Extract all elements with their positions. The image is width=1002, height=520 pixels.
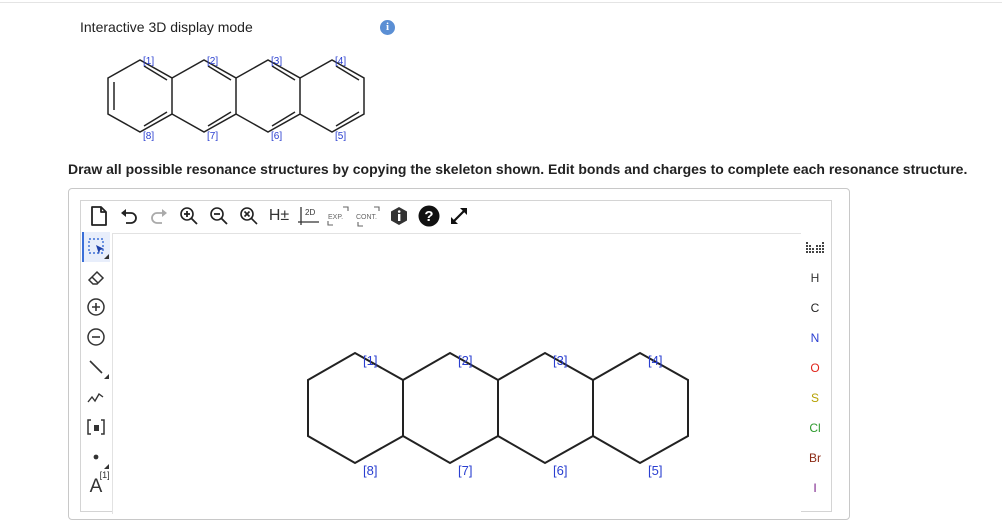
expand-icon: EXP. [327,206,349,226]
undo-button[interactable] [114,202,144,230]
element-o-button[interactable]: O [802,353,828,383]
minus-charge-icon [87,328,105,346]
select-tool[interactable] [82,232,110,262]
element-h-button[interactable]: H [802,263,828,293]
single-bond-icon [89,360,103,374]
undo-icon [121,209,137,224]
plus-charge-icon [87,298,105,316]
dot-icon [93,454,99,460]
preview-molecule: [1] [2] [3] [4] [8] [7] [6] [5] [107,56,365,142]
bracket-tool[interactable] [82,412,110,442]
skeleton-label-7: [7] [458,463,472,478]
atom-label-icon: A [1] [90,470,110,498]
info-hexagon-icon [391,207,407,225]
chain-icon [87,392,104,403]
hydrogens-button[interactable]: H± [264,202,294,230]
skeleton-label-5: [5] [648,463,662,478]
chain-tool[interactable] [82,382,110,412]
info-icon[interactable]: i [380,20,395,35]
eraser-tool[interactable] [82,262,110,292]
svg-text:?: ? [424,208,433,225]
zoom-reset-icon [240,207,258,225]
info-button[interactable] [384,202,414,230]
help-button[interactable]: ? [414,202,444,230]
element-n-button[interactable]: N [802,323,828,353]
periodic-table-icon [806,242,824,253]
clean-2d-icon: 2D [298,207,319,225]
preview-label-6: [6] [271,131,282,142]
zoom-in-icon [180,207,198,225]
question-instruction: Draw all possible resonance structures b… [68,161,968,177]
new-document-button[interactable] [84,202,114,230]
contract-label: CONT. [356,214,377,221]
zoom-out-button[interactable] [204,202,234,230]
preview-label-4: [4] [335,56,346,67]
expand-label: EXP. [328,214,343,221]
element-palette: H C N O S Cl Br I [802,233,828,503]
skeleton-label-1: [1] [363,353,377,368]
element-br-button[interactable]: Br [802,443,828,473]
single-bond-tool[interactable] [82,352,110,382]
periodic-table-button[interactable] [802,233,828,263]
skeleton-label-3: [3] [553,353,567,368]
eraser-icon [87,270,105,285]
preview-label-5: [5] [335,131,346,142]
radical-dot-tool[interactable] [82,442,110,472]
positive-charge-tool[interactable] [82,292,110,322]
preview-label-7: [7] [207,131,218,142]
atom-label-superscript: [1] [99,470,110,480]
preview-label-3: [3] [271,56,282,67]
bracket-icon [87,419,105,435]
redo-icon [151,209,167,224]
display-mode-title: Interactive 3D display mode [80,19,253,35]
skeleton-molecule[interactable]: [1] [2] [3] [4] [8] [7] [6] [5] [290,340,710,480]
element-c-button[interactable]: C [802,293,828,323]
help-icon: ? [418,205,440,227]
negative-charge-tool[interactable] [82,322,110,352]
preview-label-1: [1] [143,56,154,67]
contract-icon: CONT. [356,206,380,227]
top-divider [0,2,1002,3]
redo-button[interactable] [144,202,174,230]
element-s-button[interactable]: S [802,383,828,413]
element-cl-button[interactable]: Cl [802,413,828,443]
zoom-in-button[interactable] [174,202,204,230]
skeleton-label-8: [8] [363,463,377,478]
contract-button[interactable]: CONT. [354,202,384,230]
skeleton-label-4: [4] [648,353,662,368]
left-toolbar: A [1] [82,232,112,502]
skeleton-label-6: [6] [553,463,567,478]
zoom-out-icon [210,207,228,225]
clean-2d-button[interactable]: 2D [294,202,324,230]
clean-2d-label: 2D [305,208,315,217]
fullscreen-icon [451,208,467,224]
zoom-reset-button[interactable] [234,202,264,230]
skeleton-label-2: [2] [458,353,472,368]
editor-toolbar: H± 2D EXP. CONT. ? [84,202,474,230]
atom-label-tool[interactable]: A [1] [82,470,110,502]
expand-button[interactable]: EXP. [324,202,354,230]
fullscreen-button[interactable] [444,202,474,230]
preview-label-8: [8] [143,131,154,142]
new-document-icon [91,206,107,226]
element-i-button[interactable]: I [802,473,828,503]
preview-label-2: [2] [207,56,218,67]
